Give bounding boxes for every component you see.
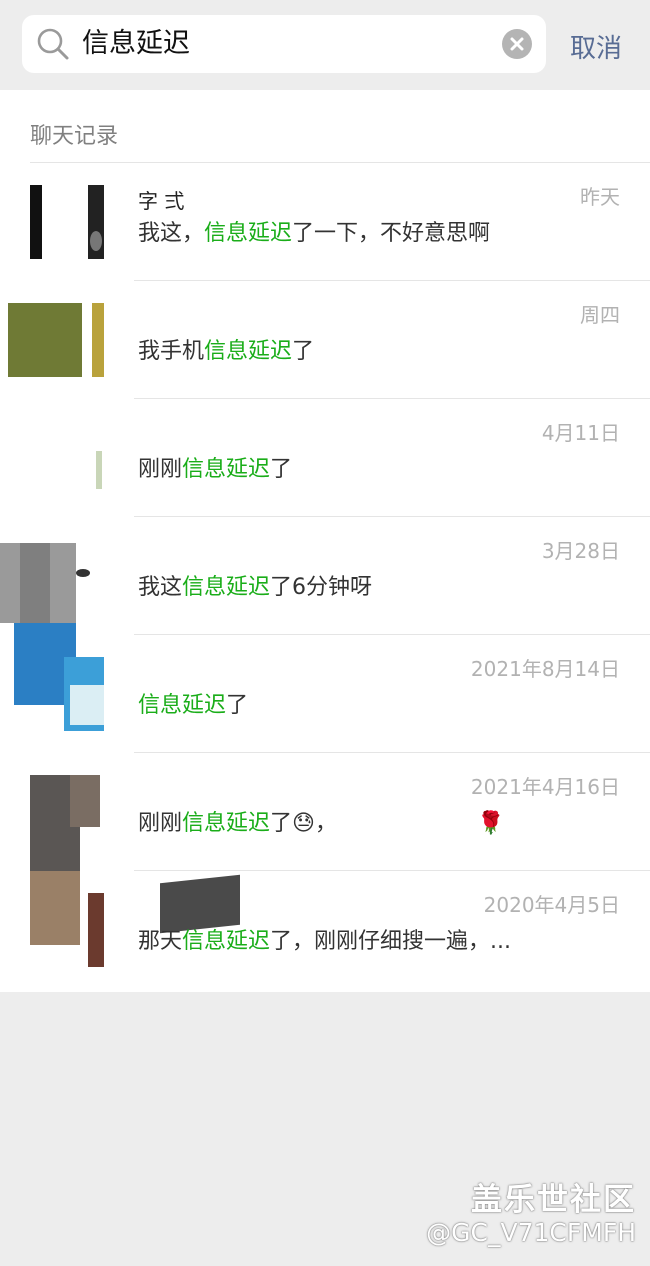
list-item[interactable]: 4月11日 刚刚信息延迟了 <box>0 399 650 517</box>
avatar <box>0 543 104 635</box>
message-snippet: 那天信息延迟了，刚刚仔细搜一遍，... <box>138 929 512 954</box>
message-date: 昨天 <box>580 185 620 209</box>
rose-icon: 🌹 <box>476 811 505 836</box>
message-snippet: 信息延迟了 <box>138 693 249 718</box>
list-item[interactable]: 2021年4月16日 刚刚信息延迟了😓， 🌹 <box>0 753 650 871</box>
cancel-button[interactable]: 取消 <box>570 28 622 65</box>
contact-name: 字 弍 <box>138 189 185 213</box>
message-snippet: 我这，信息延迟了一下，不好意思啊 <box>138 221 491 246</box>
list-item[interactable]: 周四 我手机信息延迟了 <box>0 281 650 399</box>
message-date: 2021年4月16日 <box>470 775 620 799</box>
avatar <box>30 871 104 967</box>
message-date: 2021年8月14日 <box>470 657 620 681</box>
watermark-title: 盖乐世社区 <box>471 1182 636 1218</box>
avatar <box>8 303 104 377</box>
list-item[interactable]: 2020年4月5日 那天信息延迟了，刚刚仔细搜一遍，... <box>0 871 650 989</box>
watermark-handle: @GC_V71CFMFH <box>426 1218 636 1247</box>
list-item[interactable]: 字 弍 昨天 我这，信息延迟了一下，不好意思啊 <box>0 163 650 281</box>
avatar <box>14 623 104 733</box>
list-item[interactable]: 3月28日 我这信息延迟了6分钟呀 <box>0 517 650 635</box>
search-input[interactable] <box>82 23 482 65</box>
list-item[interactable]: 2021年8月14日 信息延迟了 <box>0 623 650 753</box>
section-title: 聊天记录 <box>30 124 119 149</box>
message-date: 周四 <box>580 303 620 327</box>
search-header: 取消 <box>0 0 650 90</box>
search-results: 聊天记录 字 弍 昨天 我这，信息延迟了一下，不好意思啊 周四 我手机信息延迟了… <box>0 90 650 992</box>
message-snippet: 我手机信息延迟了 <box>138 339 315 364</box>
message-date: 2020年4月5日 <box>483 893 620 917</box>
avatar <box>30 775 104 871</box>
message-date: 4月11日 <box>541 421 620 445</box>
search-icon <box>37 28 69 60</box>
message-snippet: 刚刚信息延迟了 <box>138 457 293 482</box>
message-snippet: 刚刚信息延迟了😓， 🌹 <box>138 811 505 836</box>
clear-icon[interactable] <box>502 29 532 59</box>
avatar <box>30 421 104 495</box>
message-date: 3月28日 <box>541 539 620 563</box>
search-box[interactable] <box>22 15 546 73</box>
avatar <box>30 185 104 259</box>
message-snippet: 我这信息延迟了6分钟呀 <box>138 575 373 600</box>
